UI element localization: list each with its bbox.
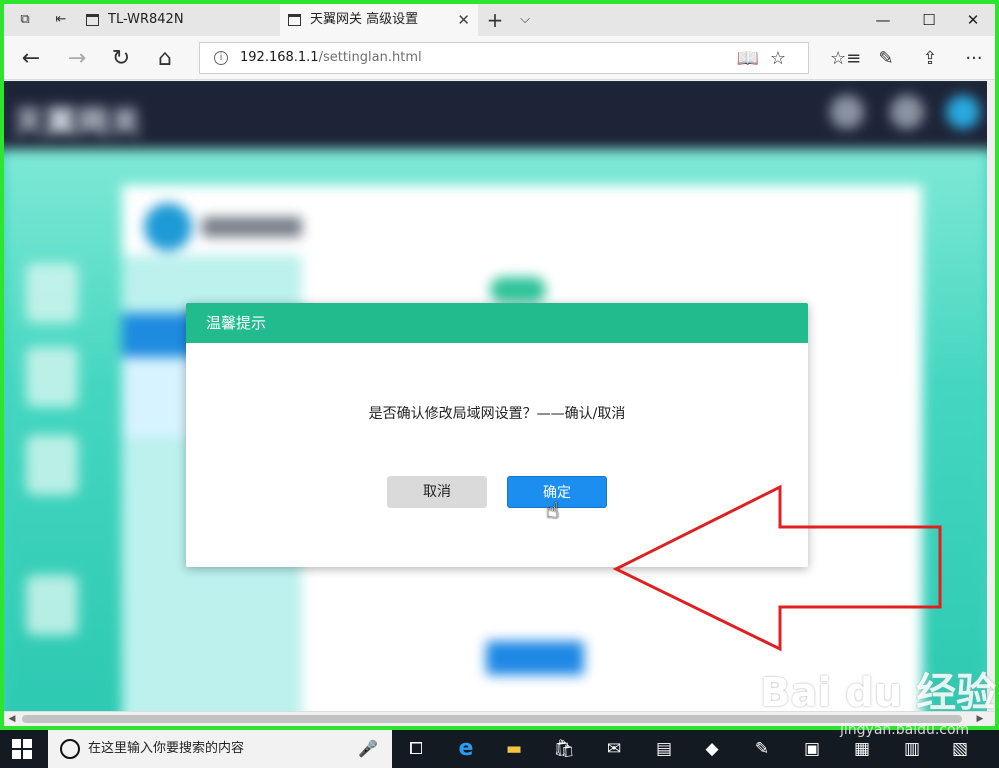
screenshot-frame: ⧉ ⇤ TL-WR842N 天翼网关 高级设置 ✕ + ⌵ — ☐ ✕ ← → … (0, 0, 999, 730)
task-view-icon[interactable]: ⧠ (402, 736, 430, 762)
share-icon[interactable]: ⇪ (916, 46, 944, 72)
page-icon (288, 14, 301, 26)
close-tab-icon[interactable]: ✕ (457, 4, 470, 36)
header-circle-icon (946, 95, 980, 129)
reading-view-icon[interactable]: 📖 (736, 47, 760, 71)
back-button[interactable]: ← (16, 44, 46, 74)
scroll-left-icon[interactable]: ◀ (4, 712, 20, 726)
hand-cursor-icon: ☝ (546, 499, 560, 524)
new-tab-button[interactable]: + (486, 10, 504, 30)
favorites-list-icon[interactable]: ☆≡ (830, 46, 861, 72)
site-info-icon[interactable]: i (214, 51, 228, 65)
more-menu-icon[interactable]: ··· (960, 46, 988, 72)
store-icon[interactable]: 🛍 (550, 736, 578, 762)
panel-title-blur (202, 217, 302, 237)
toggle-switch (490, 277, 546, 303)
windows-start-icon[interactable] (12, 739, 32, 759)
home-nav-icon (26, 263, 78, 323)
tab-tl-wr842n[interactable]: TL-WR842N (78, 4, 278, 36)
page-icon (86, 14, 99, 26)
panel-logo-icon (144, 203, 192, 251)
baidu-watermark: Bai du 经验 (760, 670, 997, 716)
tab-label: 天翼网关 高级设置 (310, 12, 419, 27)
taskbar-search-box[interactable]: 在这里输入你要搜索的内容 🎤 (48, 730, 392, 768)
router-header: 天翼网关 (4, 81, 987, 149)
web-notes-icon[interactable]: ✎ (872, 46, 900, 72)
favorite-star-icon[interactable]: ☆ (766, 47, 790, 71)
baidu-watermark-site: jingyan.baidu.com (840, 722, 970, 738)
red-arrow-annotation (612, 484, 942, 652)
app-icon[interactable]: ▦ (848, 736, 876, 762)
app-icon[interactable]: ◆ (698, 736, 726, 762)
dialog-title: 温馨提示 (186, 303, 808, 343)
microphone-icon[interactable]: 🎤 (358, 739, 378, 758)
refresh-button[interactable]: ↻ (106, 44, 136, 74)
app-icon[interactable]: ▣ (798, 736, 826, 762)
app-icon[interactable]: ▥ (898, 736, 926, 762)
cancel-button[interactable]: 取消 (387, 476, 487, 508)
tab-preview-chevron-icon[interactable]: ⌵ (516, 12, 534, 28)
home-button[interactable]: ⌂ (150, 44, 180, 74)
tab-label: TL-WR842N (108, 12, 184, 27)
vertical-scrollbar[interactable] (987, 81, 995, 711)
router-logo: 天翼网关 (14, 105, 142, 140)
mail-icon[interactable]: ✉ (600, 736, 628, 762)
maximize-button[interactable]: ☐ (906, 4, 952, 36)
dialog-message: 是否确认修改局域网设置？——确认/取消 (368, 406, 626, 422)
app-icon[interactable]: ▤ (650, 736, 678, 762)
settings-nav-icon (26, 575, 78, 635)
header-circle-icon (890, 95, 924, 129)
set-aside-tabs-icon[interactable]: ⇤ (52, 12, 70, 28)
minimize-button[interactable]: — (860, 4, 906, 36)
file-explorer-icon[interactable]: ▬ (500, 736, 528, 762)
url-text: 192.168.1.1/settinglan.html (240, 50, 422, 65)
forward-button[interactable]: → (62, 44, 92, 74)
search-placeholder: 在这里输入你要搜索的内容 (88, 741, 245, 756)
app-icon[interactable]: ▧ (946, 736, 974, 762)
save-button-blur (486, 641, 584, 675)
close-window-button[interactable]: ✕ (950, 4, 995, 36)
tab-manager-icon[interactable]: ⧉ (16, 12, 34, 28)
header-circle-icon (830, 95, 864, 129)
cortana-icon (60, 739, 80, 759)
tab-gateway-settings[interactable]: 天翼网关 高级设置 ✕ (280, 4, 478, 36)
cloud-nav-icon (26, 347, 78, 407)
network-nav-icon (26, 435, 78, 495)
browser-tab-strip: ⧉ ⇤ TL-WR842N 天翼网关 高级设置 ✕ + ⌵ — ☐ ✕ (4, 4, 995, 36)
router-page: 天翼网关 温馨提示 是否确认修改局域网设置？——确认/取消 取消 确定 ☝ (4, 81, 987, 711)
address-bar-row: ← → ↻ ⌂ i 192.168.1.1/settinglan.html 📖 … (4, 36, 995, 80)
edge-icon[interactable]: e (452, 736, 480, 762)
url-field[interactable]: i 192.168.1.1/settinglan.html 📖 ☆ (199, 42, 809, 74)
paint-icon[interactable]: ✎ (748, 736, 776, 762)
